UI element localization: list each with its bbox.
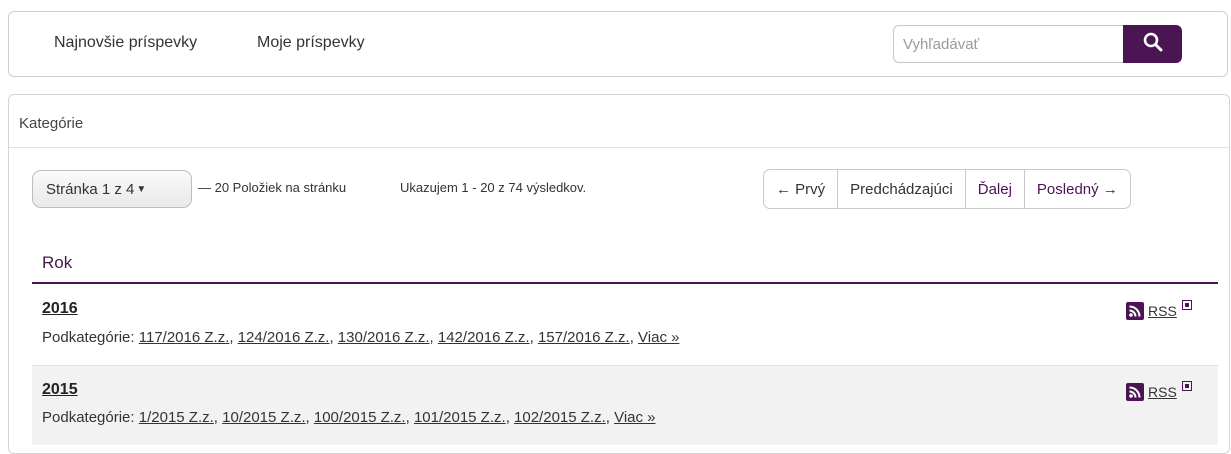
rss-label[interactable]: RSS [1148, 384, 1177, 400]
page-select-label: Stránka 1 z 4 [46, 180, 135, 198]
subcategory-link[interactable]: 100/2015 Z.z. [314, 409, 406, 426]
first-page-button[interactable]: ← Prvý [764, 170, 837, 208]
subcategory-link[interactable]: 130/2016 Z.z. [338, 329, 430, 346]
category-row: 2016 Podkategórie: 117/2016 Z.z., 124/20… [32, 285, 1218, 365]
search-icon [1143, 32, 1163, 57]
subcategory-link[interactable]: 1/2015 Z.z. [139, 409, 214, 426]
panel-header: Kategórie [9, 95, 1229, 148]
subcategory-link[interactable]: 101/2015 Z.z. [414, 409, 506, 426]
rss-feed-link[interactable]: RSS [1126, 381, 1192, 401]
page-select-dropdown[interactable]: Stránka 1 z 4 ▼ [32, 170, 192, 208]
category-row: 2015 Podkategórie: 1/2015 Z.z., 10/2015 … [32, 365, 1218, 445]
search-input[interactable] [893, 25, 1125, 63]
pagination: ← Prvý Predchádzajúci Ďalej Posledný → [763, 169, 1131, 209]
subcategory-link[interactable]: 102/2015 Z.z. [514, 409, 606, 426]
subcategory-link[interactable]: 124/2016 Z.z. [238, 329, 330, 346]
external-link-icon [1181, 381, 1192, 391]
subcategories-label: Podkategórie: [42, 409, 135, 426]
section-divider [32, 282, 1218, 284]
subcategory-link[interactable]: 10/2015 Z.z. [222, 409, 305, 426]
caret-down-icon: ▼ [136, 183, 147, 195]
more-link[interactable]: Viac » [614, 409, 655, 426]
category-title[interactable]: 2016 [42, 300, 78, 318]
results-summary: Ukazujem 1 - 20 z 74 výsledkov. [400, 180, 587, 195]
rss-icon [1126, 383, 1144, 401]
next-page-button[interactable]: Ďalej [964, 170, 1024, 208]
subcategory-link[interactable]: 142/2016 Z.z. [438, 329, 530, 346]
per-page-text: — 20 Položiek na stránku [198, 180, 347, 195]
subcategory-link[interactable]: 117/2016 Z.z. [139, 329, 230, 346]
rss-feed-link[interactable]: RSS [1126, 300, 1192, 320]
rss-icon [1126, 302, 1144, 320]
category-title[interactable]: 2015 [42, 381, 78, 399]
section-title: Rok [42, 253, 73, 272]
external-link-icon [1181, 300, 1192, 310]
nav-my-posts[interactable]: Moje príspevky [257, 34, 365, 52]
search-button[interactable] [1123, 25, 1182, 63]
previous-page-button[interactable]: Predchádzajúci [837, 170, 965, 208]
last-page-button[interactable]: Posledný → [1023, 170, 1130, 208]
subcategories-line: Podkategórie: 1/2015 Z.z., 10/2015 Z.z.,… [42, 409, 656, 426]
subcategories-line: Podkategórie: 117/2016 Z.z., 124/2016 Z.… [42, 329, 680, 346]
more-link[interactable]: Viac » [638, 329, 679, 346]
nav-latest-posts[interactable]: Najnovšie príspevky [54, 34, 197, 52]
subcategories-label: Podkategórie: [42, 329, 135, 346]
panel-title: Kategórie [19, 115, 84, 132]
rss-label[interactable]: RSS [1148, 303, 1177, 319]
subcategory-link[interactable]: 157/2016 Z.z. [538, 329, 630, 346]
